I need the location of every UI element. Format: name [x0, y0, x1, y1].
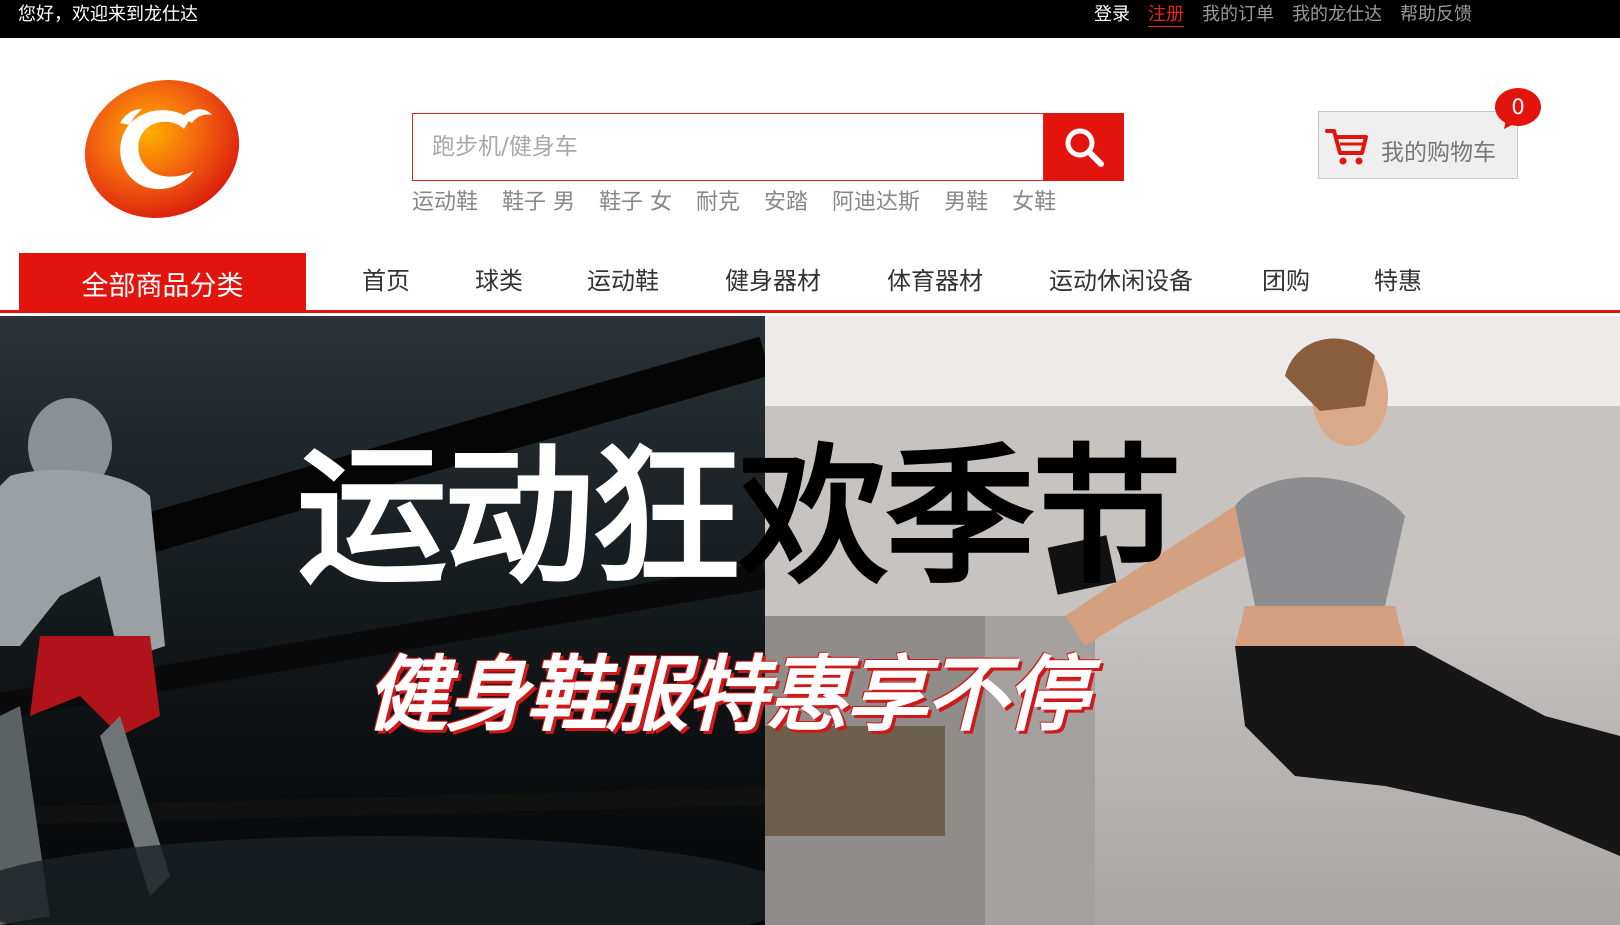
shopping-cart-icon [1325, 129, 1368, 165]
welcome-text: 您好，欢迎来到龙仕达 [18, 4, 198, 25]
nav-item-sports-shoes[interactable]: 运动鞋 [587, 267, 659, 295]
my-account-link[interactable]: 我的龙仕达 [1292, 4, 1382, 27]
hotword-link[interactable]: 耐克 [696, 189, 740, 217]
search-bar [412, 113, 1124, 181]
cart-button[interactable]: 我的购物车 [1318, 111, 1518, 179]
hotword-link[interactable]: 阿迪达斯 [832, 189, 920, 217]
hotword-link[interactable]: 运动鞋 [412, 189, 478, 217]
nav-item-special-offers[interactable]: 特惠 [1374, 267, 1422, 295]
hotword-link[interactable]: 安踏 [764, 189, 808, 217]
hotword-link[interactable]: 鞋子 男 [502, 189, 575, 217]
register-link[interactable]: 注册 [1148, 4, 1184, 27]
headline-white-part: 运动狂 [297, 431, 741, 605]
my-orders-link[interactable]: 我的订单 [1202, 4, 1274, 27]
banner-image-boxer [0, 316, 800, 925]
top-bar: 您好，欢迎来到龙仕达 登录 注册 我的订单 我的龙仕达 帮助反馈 [0, 0, 1620, 38]
nav-item-leisure-equipment[interactable]: 运动休闲设备 [1049, 267, 1193, 295]
search-icon [1065, 128, 1104, 167]
hotword-link[interactable]: 女鞋 [1012, 189, 1056, 217]
nav-item-fitness-equipment[interactable]: 健身器材 [725, 267, 821, 295]
nav-item-group-buy[interactable]: 团购 [1262, 267, 1310, 295]
banner-headline: 运动狂欢季节 [297, 438, 1182, 598]
search-button[interactable] [1044, 113, 1124, 181]
nav-item-home[interactable]: 首页 [362, 267, 410, 295]
main-nav: 全部商品分类 首页 球类 运动鞋 健身器材 体育器材 运动休闲设备 团购 特惠 [0, 253, 1620, 313]
all-categories-button[interactable]: 全部商品分类 [19, 253, 306, 313]
site-logo[interactable] [82, 77, 242, 222]
headline-black-part: 欢季节 [738, 431, 1182, 605]
nav-item-balls[interactable]: 球类 [475, 267, 523, 295]
promo-banner[interactable]: 运动狂欢季节 健身鞋服特惠享不停 [0, 316, 1620, 925]
hotword-link[interactable]: 男鞋 [944, 189, 988, 217]
login-link[interactable]: 登录 [1094, 4, 1130, 27]
banner-subheadline: 健身鞋服特惠享不停 [366, 648, 1088, 743]
hot-search-words: 运动鞋 鞋子 男 鞋子 女 耐克 安踏 阿迪达斯 男鞋 女鞋 [412, 189, 1080, 217]
cart-label: 我的购物车 [1381, 140, 1496, 166]
top-links: 登录 注册 我的订单 我的龙仕达 帮助反馈 [1094, 4, 1472, 27]
help-feedback-link[interactable]: 帮助反馈 [1400, 4, 1472, 27]
nav-item-sports-equipment[interactable]: 体育器材 [887, 267, 983, 295]
cart-count-badge: 0 [1511, 95, 1525, 119]
banner-image-fitness-woman [765, 316, 1620, 925]
hotword-link[interactable]: 鞋子 女 [599, 189, 672, 217]
search-input[interactable] [412, 113, 1044, 181]
